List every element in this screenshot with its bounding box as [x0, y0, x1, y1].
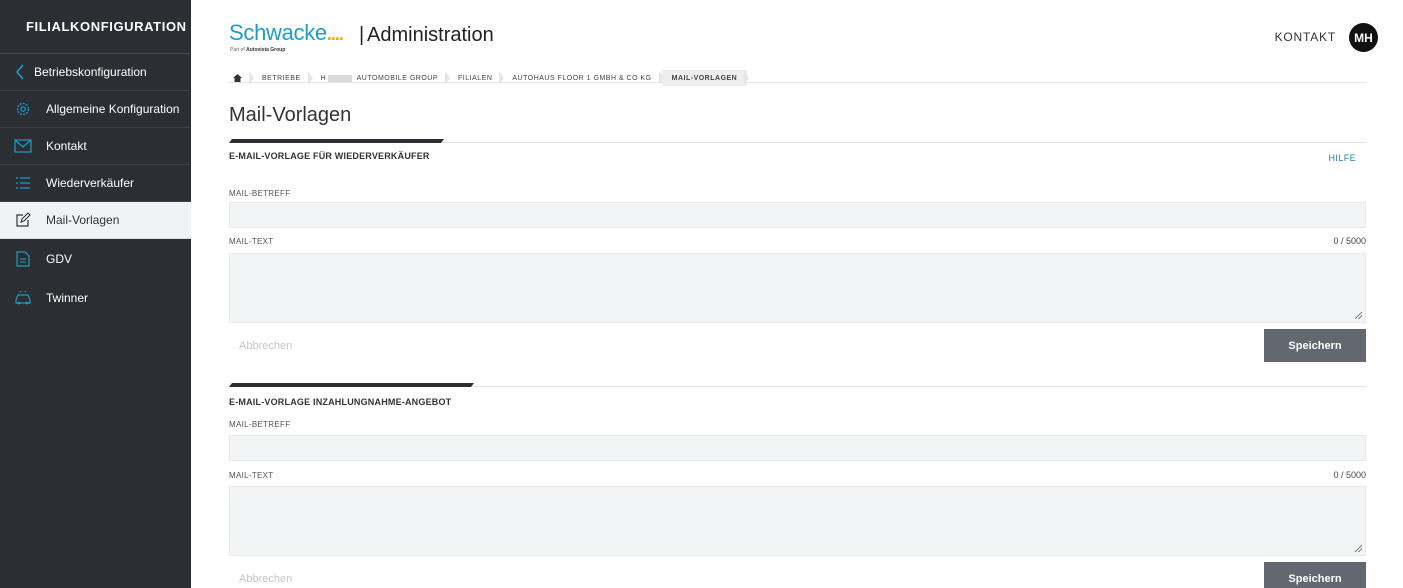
- edit-icon: [0, 212, 46, 228]
- section-accent-bar: [229, 139, 444, 143]
- sidebar-item-label: GDV: [46, 251, 73, 266]
- sidebar-title: FILIALKONFIGURATION: [0, 0, 191, 54]
- breadcrumb-betriebe[interactable]: BETRIEBE: [252, 70, 313, 86]
- subject-label: MAIL-BETREFF: [229, 189, 291, 198]
- home-icon: [233, 74, 242, 82]
- gear-icon: [0, 101, 46, 117]
- text-label: MAIL-TEXT: [229, 471, 274, 480]
- sidebar: FILIALKONFIGURATION Betriebskonfiguratio…: [0, 0, 191, 588]
- subject-input[interactable]: [229, 202, 1366, 228]
- schwacke-logo[interactable]: Schwacke.... Part of Autovista Group: [229, 20, 344, 53]
- page-title: Mail-Vorlagen: [229, 104, 352, 126]
- chevron-left-icon: [0, 64, 34, 80]
- sidebar-item-wiederverkaeufer[interactable]: Wiederverkäufer: [0, 165, 191, 202]
- title-separator: |: [359, 24, 365, 46]
- breadcrumb-mail-vorlagen: MAIL-VORLAGEN: [661, 70, 749, 86]
- breadcrumb: BETRIEBE H AUTOMOBILE GROUP FILIALEN AUT…: [229, 70, 749, 86]
- resize-handle-icon[interactable]: [1355, 312, 1362, 319]
- sidebar-item-label: Wiederverkäufer: [46, 176, 135, 190]
- header: Schwacke.... Part of Autovista Group | A…: [191, 0, 1403, 66]
- section-wiederverkaeufer: E-MAIL-VORLAGE FÜR WIEDERVERKÄUFER HILFE…: [229, 139, 1366, 369]
- contact-link[interactable]: KONTAKT: [1275, 30, 1336, 44]
- sidebar-back-label: Betriebskonfiguration: [34, 65, 147, 79]
- breadcrumb-group[interactable]: H AUTOMOBILE GROUP: [311, 70, 451, 86]
- char-counter: 0 / 5000: [1333, 470, 1366, 480]
- section-inzahlungnahme: E-MAIL-VORLAGE INZAHLUNGNAHME-ANGEBOT MA…: [229, 383, 1366, 588]
- breadcrumb-filialen[interactable]: FILIALEN: [448, 70, 505, 86]
- sidebar-item-allgemeine-konfiguration[interactable]: Allgemeine Konfiguration: [0, 91, 191, 128]
- logo-subtitle: Part of Autovista Group: [230, 47, 286, 53]
- sidebar-item-gdv[interactable]: GDV: [0, 239, 191, 278]
- breadcrumb-autohaus[interactable]: AUTOHAUS FLOOR 1 GMBH & CO KG: [502, 70, 664, 86]
- mail-text-textarea[interactable]: [229, 486, 1366, 556]
- cancel-button[interactable]: Abbrechen: [239, 340, 292, 352]
- sidebar-item-label: Mail-Vorlagen: [46, 213, 120, 227]
- list-icon: [0, 176, 46, 190]
- sidebar-item-label: Twinner: [46, 290, 89, 305]
- sidebar-item-label: Kontakt: [46, 139, 87, 153]
- subject-label: MAIL-BETREFF: [229, 420, 291, 429]
- sidebar-back-betriebskonfiguration[interactable]: Betriebskonfiguration: [0, 54, 191, 91]
- section-accent-bar: [229, 383, 474, 387]
- sidebar-item-label: Allgemeine Konfiguration: [46, 102, 180, 116]
- app-title: Administration: [367, 24, 494, 46]
- breadcrumb-home[interactable]: [229, 70, 254, 86]
- envelope-icon: [0, 139, 46, 153]
- user-avatar[interactable]: MH: [1349, 23, 1378, 52]
- section-title: E-MAIL-VORLAGE FÜR WIEDERVERKÄUFER: [229, 151, 430, 161]
- sidebar-item-twinner[interactable]: Twinner: [0, 278, 191, 317]
- save-button[interactable]: Speichern: [1264, 329, 1366, 362]
- logo-text: Schwacke: [229, 20, 327, 45]
- redacted-block: [328, 74, 353, 82]
- save-button[interactable]: Speichern: [1264, 562, 1366, 588]
- car-icon: [0, 290, 46, 305]
- char-counter: 0 / 5000: [1333, 236, 1366, 246]
- mail-text-textarea[interactable]: [229, 253, 1366, 323]
- sidebar-item-kontakt[interactable]: Kontakt: [0, 128, 191, 165]
- section-title: E-MAIL-VORLAGE INZAHLUNGNAHME-ANGEBOT: [229, 397, 452, 407]
- sidebar-item-mail-vorlagen[interactable]: Mail-Vorlagen: [0, 202, 191, 239]
- document-icon: [0, 250, 46, 267]
- logo-dots: ....: [326, 24, 344, 44]
- subject-input[interactable]: [229, 435, 1366, 461]
- cancel-button[interactable]: Abbrechen: [239, 573, 292, 585]
- resize-handle-icon[interactable]: [1355, 545, 1362, 552]
- help-link[interactable]: HILFE: [1328, 153, 1356, 163]
- text-label: MAIL-TEXT: [229, 237, 274, 246]
